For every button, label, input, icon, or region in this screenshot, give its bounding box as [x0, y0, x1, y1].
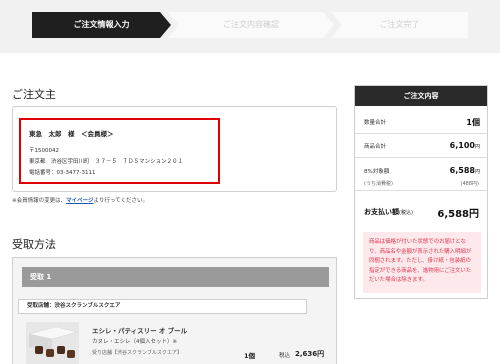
orderer-postal: 〒1500042	[29, 148, 59, 154]
quantity-label: 数量合計	[364, 120, 387, 126]
summary-divider	[355, 190, 487, 191]
note-prefix: ※会員情報の変更は、	[12, 198, 67, 204]
step-order-complete: ご注文完了	[331, 12, 468, 38]
orderer-section-title: ご注文主	[12, 88, 56, 101]
mypage-link[interactable]: マイページ	[66, 198, 93, 204]
orderer-address: 東京都 渋谷区宇田川町 ３７－５ ＴＤＳマンション２０１	[29, 159, 184, 165]
note-suffix: より行ってください。	[93, 198, 148, 204]
receipt-section-title: 受取方法	[12, 238, 56, 251]
step-order-confirm: ご注文内容確認	[168, 12, 334, 38]
product-image	[26, 322, 79, 364]
tax-sub-value: (488円)	[460, 181, 479, 187]
items-total-value: 6,100円	[449, 141, 480, 150]
orderer-phone: 電話番号：03-3477-3111	[29, 170, 96, 176]
member-info-note: ※会員情報の変更は、マイページより行ってください。	[12, 196, 148, 204]
orderer-highlight: 東急 太郎 様 ＜会員様＞ 〒1500042 東京都 渋谷区宇田川町 ３７－５ …	[19, 118, 220, 184]
order-summary-title: ご注文内容	[355, 86, 487, 106]
product-qty: 1個	[244, 352, 256, 360]
orderer-info-box: 東急 太郎 様 ＜会員様＞ 〒1500042 東京都 渋谷区宇田川町 ３７－５ …	[12, 106, 337, 192]
receipt-header: 受取 1	[22, 267, 329, 287]
product-name: エシレ・パティスリー オ ブール	[92, 327, 188, 335]
order-summary-panel: ご注文内容 数量合計 1個 商品合計 6,100円 8%対象額 6,588円 (…	[354, 85, 488, 299]
product-price: 2,636円	[295, 350, 325, 358]
orderer-name: 東急 太郎 様 ＜会員様＞	[29, 130, 114, 138]
canele-box-icon	[26, 322, 79, 364]
tax-sub-label: (うち消費税)	[364, 181, 393, 187]
summary-divider	[355, 157, 487, 158]
tax-label: 8%対象額	[364, 169, 390, 175]
quantity-value: 1個	[466, 118, 480, 127]
gift-wrap-warning: 商品は価格が付いた状態でのお届けとなり、商品名や金額が表示された購入明細が同梱さ…	[363, 232, 481, 293]
product-price-label: 税込	[279, 353, 291, 359]
total-label: お支払い額(税込)	[364, 208, 413, 216]
product-store: 受り店舗【渋谷スクランブルスクエア】	[92, 350, 182, 356]
tax-value: 6,588円	[449, 166, 480, 175]
product-variant: カヌレ・エシレ（4個入セット）※	[92, 339, 178, 345]
total-value: 6,588円	[437, 209, 479, 220]
items-total-label: 商品合計	[364, 144, 387, 150]
step-order-input: ご注文情報入力	[32, 12, 171, 38]
pickup-store: 受取店舗：渋谷スクランブルスクエア	[18, 299, 307, 314]
checkout-stepper: ご注文情報入力 ご注文内容確認 ご注文完了	[0, 0, 500, 53]
summary-divider	[355, 133, 487, 134]
